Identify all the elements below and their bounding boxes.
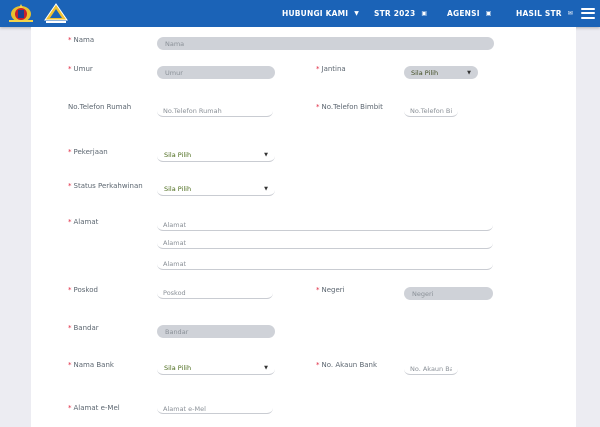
jantina-select[interactable]: Sila Pilih ▼ bbox=[404, 66, 478, 79]
government-crest-logo[interactable] bbox=[6, 3, 36, 24]
alamat-line-1-input[interactable] bbox=[157, 219, 493, 231]
jantina-select-value: Sila Pilih bbox=[411, 68, 439, 77]
pekerjaan-select-value: Sila Pilih bbox=[164, 151, 192, 159]
nav-str-2023[interactable]: STR 2023 ▣ bbox=[374, 0, 427, 27]
status-perkahwinan-select-value: Sila Pilih bbox=[164, 185, 192, 193]
alamat-line-2-input[interactable] bbox=[157, 237, 493, 249]
envelope-icon: ✉ bbox=[567, 10, 573, 17]
nama-bank-label: * Nama Bank bbox=[68, 361, 114, 369]
nav-agensi[interactable]: AGENSI ▣ bbox=[447, 0, 492, 27]
telefon-rumah-label: No.Telefon Rumah bbox=[68, 103, 132, 111]
email-label: * Alamat e-Mel bbox=[68, 404, 120, 412]
folder-icon: ▣ bbox=[421, 10, 428, 17]
telefon-bimbit-label: * No.Telefon Bimbit bbox=[316, 103, 383, 111]
chevron-down-icon: ▼ bbox=[467, 69, 471, 76]
nav-hubungi-kami-label: HUBUNGI KAMI bbox=[282, 9, 349, 18]
negeri-label: * Negeri bbox=[316, 286, 345, 294]
nav-str-2023-label: STR 2023 bbox=[374, 9, 416, 18]
umur-label: * Umur bbox=[68, 65, 93, 73]
bandar-input[interactable] bbox=[157, 325, 275, 338]
poskod-label: * Poskod bbox=[68, 286, 98, 294]
chevron-down-icon: ▼ bbox=[264, 152, 268, 158]
status-perkahwinan-label: * Status Perkahwinan bbox=[68, 182, 143, 190]
caret-down-icon: ▼ bbox=[354, 10, 360, 17]
akaun-bank-label: * No. Akaun Bank bbox=[316, 361, 378, 369]
alamat-label: * Alamat bbox=[68, 218, 99, 226]
jantina-label: * Jantina bbox=[316, 65, 346, 73]
nav-hubungi-kami[interactable]: HUBUNGI KAMI ▼ bbox=[282, 0, 359, 27]
nav-hasil-str[interactable]: HASIL STR ✉ bbox=[516, 0, 573, 27]
nav-agensi-label: AGENSI bbox=[447, 9, 480, 18]
alamat-line-3-input[interactable] bbox=[157, 258, 493, 270]
nama-bank-select-value: Sila Pilih bbox=[164, 364, 192, 372]
telefon-rumah-input[interactable] bbox=[157, 105, 273, 117]
chevron-down-icon: ▼ bbox=[264, 186, 268, 192]
bandar-label: * Bandar bbox=[68, 324, 99, 332]
poskod-input[interactable] bbox=[157, 287, 273, 299]
umur-input[interactable] bbox=[157, 66, 275, 79]
nama-input[interactable] bbox=[157, 37, 494, 50]
status-perkahwinan-select[interactable]: Sila Pilih ▼ bbox=[157, 183, 275, 196]
pekerjaan-select[interactable]: Sila Pilih ▼ bbox=[157, 149, 275, 162]
hamburger-menu-icon[interactable] bbox=[581, 6, 595, 20]
chevron-down-icon: ▼ bbox=[264, 365, 268, 371]
pekerjaan-label: * Pekerjaan bbox=[68, 148, 108, 156]
nama-bank-select[interactable]: Sila Pilih ▼ bbox=[157, 362, 275, 375]
telefon-bimbit-input[interactable] bbox=[404, 105, 458, 117]
nav-hasil-str-label: HASIL STR bbox=[516, 9, 562, 18]
negeri-input[interactable] bbox=[404, 287, 493, 300]
top-navbar: HUBUNGI KAMI ▼ STR 2023 ▣ AGENSI ▣ HASIL… bbox=[0, 0, 600, 27]
agency-logo[interactable] bbox=[43, 3, 69, 24]
folder-icon: ▣ bbox=[485, 10, 492, 17]
email-input[interactable] bbox=[157, 405, 273, 414]
akaun-bank-input[interactable] bbox=[404, 363, 458, 375]
nama-label: * Nama bbox=[68, 36, 95, 44]
